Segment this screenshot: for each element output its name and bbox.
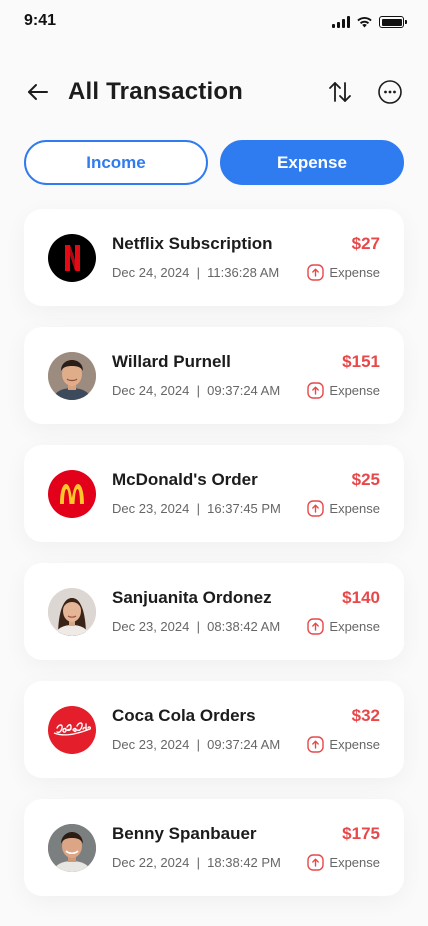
- transaction-time: 09:37:24 AM: [207, 737, 281, 752]
- transaction-datetime: Dec 24, 2024 | 11:36:28 AM: [112, 265, 280, 280]
- transaction-card[interactable]: McDonald's Order $25 Dec 23, 2024 | 16:3…: [24, 445, 404, 542]
- transaction-name: Sanjuanita Ordonez: [112, 588, 272, 607]
- transaction-card[interactable]: Willard Purnell $151 Dec 24, 2024 | 09:3…: [24, 327, 404, 424]
- transaction-date: Dec 22, 2024: [112, 855, 190, 870]
- arrow-up-circle-icon: [307, 382, 325, 399]
- coca-cola-logo: [48, 705, 96, 754]
- transaction-type-label: Expense: [329, 501, 380, 516]
- tab-expense[interactable]: Expense: [220, 140, 404, 185]
- transaction-card[interactable]: Netflix Subscription $27 Dec 24, 2024 | …: [24, 209, 404, 306]
- tab-income[interactable]: Income: [24, 140, 208, 185]
- arrow-up-circle-icon: [307, 264, 325, 281]
- status-icons: [332, 16, 407, 28]
- transaction-info: Willard Purnell $151 Dec 24, 2024 | 09:3…: [112, 352, 380, 399]
- transaction-datetime: Dec 23, 2024 | 09:37:24 AM: [112, 737, 281, 752]
- transaction-time: 11:36:28 AM: [207, 265, 280, 280]
- header: All Transaction: [24, 72, 404, 112]
- transaction-amount: $175: [342, 824, 380, 843]
- transaction-date: Dec 23, 2024: [112, 501, 190, 516]
- transaction-name: Coca Cola Orders: [112, 706, 256, 725]
- transaction-amount: $27: [351, 234, 380, 253]
- back-button[interactable]: [24, 78, 52, 106]
- transaction-date: Dec 23, 2024: [112, 737, 190, 752]
- transaction-date: Dec 24, 2024: [112, 383, 190, 398]
- transaction-card[interactable]: Sanjuanita Ordonez $140 Dec 23, 2024 | 0…: [24, 563, 404, 660]
- arrow-left-icon: [28, 84, 48, 100]
- status-time: 9:41: [24, 12, 57, 29]
- transaction-type: Expense: [307, 264, 380, 281]
- transaction-time: 18:38:42 PM: [207, 855, 281, 870]
- transaction-time: 09:37:24 AM: [207, 383, 281, 398]
- avatar: [48, 823, 96, 872]
- transaction-type-label: Expense: [329, 265, 380, 280]
- more-options-button[interactable]: [376, 78, 404, 106]
- transaction-info: Netflix Subscription $27 Dec 24, 2024 | …: [112, 234, 380, 281]
- sort-button[interactable]: [326, 78, 354, 106]
- transaction-list: Netflix Subscription $27 Dec 24, 2024 | …: [24, 209, 404, 917]
- transaction-type: Expense: [307, 500, 380, 517]
- transaction-name: Netflix Subscription: [112, 234, 273, 253]
- transaction-type-label: Expense: [329, 855, 380, 870]
- transaction-info: Benny Spanbauer $175 Dec 22, 2024 | 18:3…: [112, 824, 380, 871]
- transaction-amount: $151: [342, 352, 380, 371]
- transaction-card[interactable]: Benny Spanbauer $175 Dec 22, 2024 | 18:3…: [24, 799, 404, 896]
- transaction-amount: $25: [351, 470, 380, 489]
- transaction-type: Expense: [307, 736, 380, 753]
- transaction-amount: $32: [351, 706, 380, 725]
- avatar: [48, 587, 96, 636]
- transaction-type-label: Expense: [329, 619, 380, 634]
- transaction-type-label: Expense: [329, 383, 380, 398]
- transaction-type: Expense: [307, 854, 380, 871]
- mcdonalds-logo: [48, 469, 96, 518]
- arrow-up-circle-icon: [307, 854, 325, 871]
- transaction-card[interactable]: Coca Cola Orders $32 Dec 23, 2024 | 09:3…: [24, 681, 404, 778]
- header-actions: [326, 78, 404, 106]
- transaction-datetime: Dec 23, 2024 | 08:38:42 AM: [112, 619, 281, 634]
- wifi-icon: [357, 16, 372, 28]
- transaction-date: Dec 23, 2024: [112, 619, 190, 634]
- transaction-info: Coca Cola Orders $32 Dec 23, 2024 | 09:3…: [112, 706, 380, 753]
- arrow-up-circle-icon: [307, 736, 325, 753]
- transaction-name: Benny Spanbauer: [112, 824, 257, 843]
- page-title: All Transaction: [68, 78, 244, 105]
- transaction-datetime: Dec 23, 2024 | 16:37:45 PM: [112, 501, 281, 516]
- netflix-logo: [48, 233, 96, 282]
- transaction-datetime: Dec 22, 2024 | 18:38:42 PM: [112, 855, 281, 870]
- transaction-info: Sanjuanita Ordonez $140 Dec 23, 2024 | 0…: [112, 588, 380, 635]
- transaction-name: McDonald's Order: [112, 470, 258, 489]
- arrow-up-circle-icon: [307, 500, 325, 517]
- transaction-type: Expense: [307, 382, 380, 399]
- arrow-up-circle-icon: [307, 618, 325, 635]
- transaction-type: Expense: [307, 618, 380, 635]
- transaction-info: McDonald's Order $25 Dec 23, 2024 | 16:3…: [112, 470, 380, 517]
- sort-arrows-icon: [329, 82, 351, 102]
- avatar: [48, 351, 96, 400]
- transaction-date: Dec 24, 2024: [112, 265, 190, 280]
- transaction-type-label: Expense: [329, 737, 380, 752]
- transaction-datetime: Dec 24, 2024 | 09:37:24 AM: [112, 383, 281, 398]
- cellular-signal-icon: [332, 16, 350, 28]
- transaction-name: Willard Purnell: [112, 352, 231, 371]
- transaction-type-tabs: Income Expense: [24, 140, 404, 185]
- transaction-time: 08:38:42 AM: [207, 619, 281, 634]
- transaction-amount: $140: [342, 588, 380, 607]
- status-bar: 9:41: [0, 0, 428, 44]
- battery-icon: [379, 16, 407, 28]
- more-horizontal-icon: [378, 80, 402, 104]
- transaction-time: 16:37:45 PM: [207, 501, 281, 516]
